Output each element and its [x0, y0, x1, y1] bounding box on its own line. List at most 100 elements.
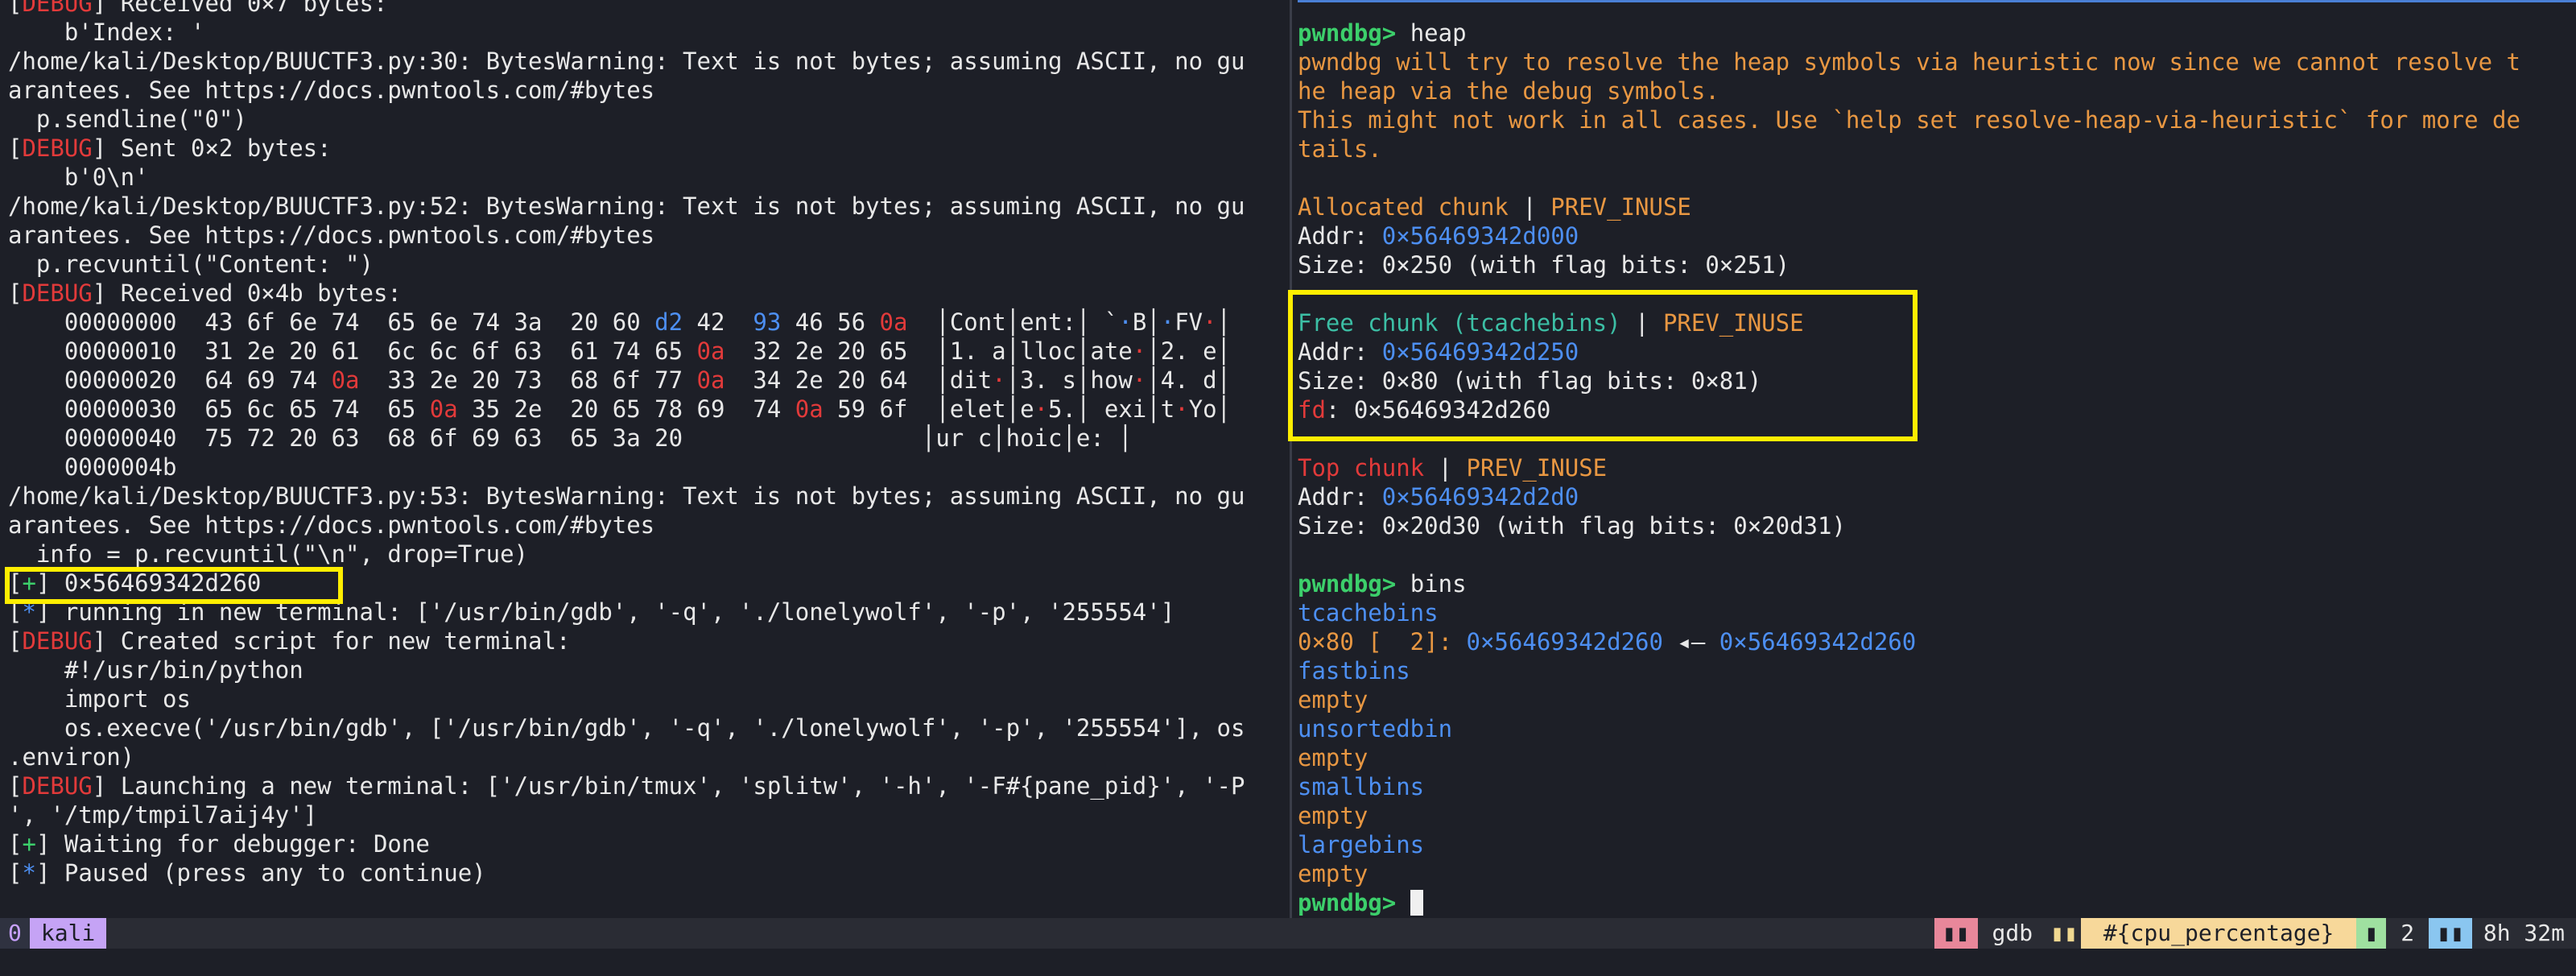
right-segment: pwndbg> — [1298, 19, 1410, 47]
right-line: Size: 0×20d30 (with flag bits: 0×20d31) — [1298, 511, 2576, 540]
left-line: b'Index: ' — [8, 18, 1286, 47]
left-segment: · — [992, 366, 1006, 394]
left-segment: 93 — [753, 308, 782, 336]
left-line: /home/kali/Desktop/BUUCTF3.py:30: BytesW… — [8, 47, 1286, 76]
left-line: 00000030 65 6c 65 74 65 0a 35 2e 20 65 7… — [8, 395, 1286, 424]
right-line: empty — [1298, 743, 2576, 772]
left-segment: · — [1174, 395, 1189, 423]
right-segment: pwndbg> — [1298, 570, 1410, 598]
left-line: 00000000 43 6f 6e 74 65 6e 74 3a 20 60 d… — [8, 308, 1286, 337]
left-segment: ] Received 0×7 bytes: — [92, 0, 388, 17]
right-segment: 0×56469342d260 — [1719, 628, 1917, 655]
left-segment: d2 — [654, 308, 683, 336]
left-segment: p.sendline("0") — [8, 105, 247, 133]
window-count: 2 — [2386, 918, 2429, 949]
right-segment: Addr: — [1298, 222, 1382, 250]
left-segment: [ — [8, 279, 23, 307]
left-segment: · — [1160, 308, 1175, 336]
left-line: [+] Waiting for debugger: Done — [8, 829, 1286, 858]
left-line: .environ) — [8, 742, 1286, 771]
right-line: largebins — [1298, 830, 2576, 859]
left-segment: 0a — [331, 366, 360, 394]
right-line: Addr: 0×56469342d2d0 — [1298, 482, 2576, 511]
left-segment: * — [22, 859, 36, 887]
right-line: fd: 0×56469342d260 — [1298, 395, 2576, 424]
tmux-status-bar: 0 kali ▮▮ gdb ▮▮ #{cpu_percentage} ▮ 2 ▮… — [0, 918, 2576, 949]
right-line: pwndbg> — [1298, 888, 2576, 917]
left-segment: DEBUG — [22, 627, 93, 655]
right-line — [1298, 540, 2576, 569]
left-line: [DEBUG] Received 0×7 bytes: — [8, 0, 1286, 18]
right-line: This might not work in all cases. Use `h… — [1298, 105, 2576, 134]
left-line: 00000020 64 69 74 0a 33 2e 20 73 68 6f 7… — [8, 366, 1286, 395]
right-segment: empty — [1298, 686, 1368, 713]
left-terminal-pane[interactable]: [DEBUG] Received 0×7 bytes: b'Index: '/h… — [0, 0, 1286, 918]
left-segment: 0a — [429, 395, 458, 423]
left-segment: 00000000 43 6f 6e 74 65 6e 74 3a 20 60 — [8, 308, 655, 336]
left-segment: arantees. See https://docs.pwntools.com/… — [8, 77, 655, 104]
left-segment: + — [22, 830, 36, 858]
right-segment: PREV_INUSE — [1662, 309, 1804, 337]
right-segment: empty — [1298, 860, 1368, 887]
left-segment: [ — [8, 598, 23, 626]
right-line: tails. — [1298, 134, 2576, 163]
right-line: tcachebins — [1298, 598, 2576, 627]
right-terminal-pane[interactable]: pwndbg> heap pwndbg will try to resolve t… — [1298, 0, 2576, 918]
right-line: he heap via the debug symbols. — [1298, 77, 2576, 105]
terminal-cursor[interactable] — [1410, 890, 1423, 916]
left-segment: 0a — [696, 337, 725, 365]
left-segment: 00000030 65 6c 65 74 65 — [8, 395, 430, 423]
left-segment: .environ) — [8, 743, 135, 771]
cpu-icon: ▮▮ — [2047, 918, 2081, 949]
left-segment: 00000040 75 72 20 63 68 6f 69 63 65 3a 2… — [8, 424, 1133, 452]
left-segment: ] 0×56469342d260 — [35, 569, 262, 597]
left-line: 0000004b — [8, 453, 1286, 482]
left-segment: ] Created script for new terminal: — [92, 627, 571, 655]
right-segment: empty — [1298, 802, 1368, 829]
pane-divider[interactable] — [1290, 0, 1292, 918]
left-segment: ', '/tmp/tmpil7aij4y'] — [8, 801, 318, 829]
window-icon: ▮ — [2356, 918, 2387, 949]
right-segment: 0×80 [ 2]: — [1298, 628, 1467, 655]
left-segment: 0000004b — [8, 453, 177, 481]
left-segment: [ — [8, 569, 23, 597]
left-segment: info = p.recvuntil("\n", drop=True) — [8, 540, 529, 568]
right-segment: This might not work in all cases. Use `h… — [1298, 106, 2520, 134]
left-line: [+] 0×56469342d260 — [8, 569, 1286, 598]
right-line: pwndbg> bins — [1298, 569, 2576, 598]
window-index[interactable]: 0 — [0, 918, 30, 949]
right-segment: 0×56469342d2d0 — [1381, 483, 1579, 511]
session-name[interactable]: kali — [29, 918, 107, 949]
command-icon: ▮▮ — [1934, 918, 1978, 949]
left-segment: /home/kali/Desktop/BUUCTF3.py:52: BytesW… — [8, 192, 1245, 220]
left-segment: ] Sent 0×2 bytes: — [92, 134, 332, 162]
right-line: Size: 0×250 (with flag bits: 0×251) — [1298, 250, 2576, 279]
right-line: Allocated chunk | PREV_INUSE — [1298, 192, 2576, 221]
right-segment: tails. — [1298, 135, 1382, 163]
right-line: empty — [1298, 859, 2576, 888]
left-segment: b'0\n' — [8, 163, 149, 191]
left-segment: 32 2e 20 65 │1. a│lloc│ate — [724, 337, 1133, 365]
left-line: p.recvuntil("Content: ") — [8, 250, 1286, 279]
right-segment: : 0×56469342d260 — [1325, 396, 1551, 424]
right-segment: Allocated chunk — [1298, 193, 1509, 221]
left-segment: arantees. See https://docs.pwntools.com/… — [8, 511, 655, 539]
right-line: 0×80 [ 2]: 0×56469342d260 ◂— 0×56469342d… — [1298, 627, 2576, 656]
left-line: info = p.recvuntil("\n", drop=True) — [8, 540, 1286, 569]
left-segment: p.recvuntil("Content: ") — [8, 250, 374, 278]
status-right: ▮▮ gdb ▮▮ #{cpu_percentage} ▮ 2 ▮▮ 8h 32… — [1934, 918, 2576, 949]
left-line: 00000040 75 72 20 63 68 6f 69 63 65 3a 2… — [8, 424, 1286, 453]
left-segment: 5.│ exi│t — [1048, 395, 1175, 423]
left-segment: * — [22, 598, 36, 626]
left-line: ', '/tmp/tmpil7aij4y'] — [8, 800, 1286, 829]
left-line: [DEBUG] Received 0×4b bytes: — [8, 279, 1286, 308]
right-segment: Size: 0×250 (with flag bits: 0×251) — [1298, 251, 1790, 279]
right-line — [1298, 163, 2576, 192]
left-segment: 0a — [795, 395, 824, 423]
left-segment: 35 2e 20 65 78 69 74 — [457, 395, 795, 423]
left-line: arantees. See https://docs.pwntools.com/… — [8, 76, 1286, 105]
right-line — [1298, 424, 2576, 453]
right-segment: largebins — [1298, 831, 1425, 858]
right-line: Addr: 0×56469342d000 — [1298, 221, 2576, 250]
right-segment: PREV_INUSE — [1466, 454, 1608, 482]
